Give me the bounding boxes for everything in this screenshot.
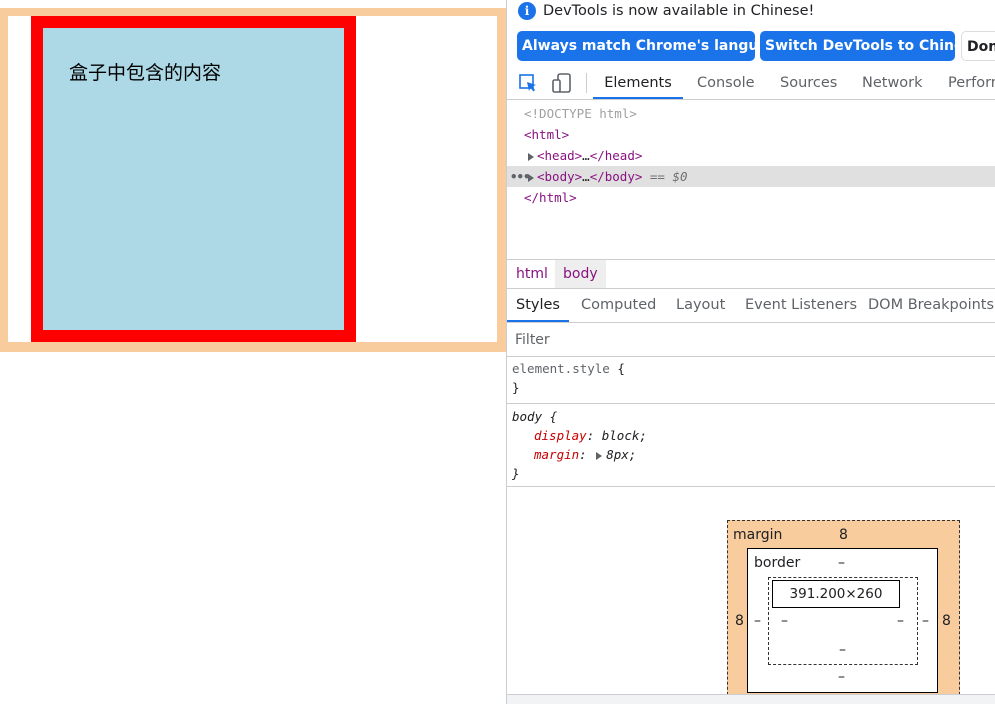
open-brace: { (549, 409, 558, 424)
box-model-content-size[interactable]: 391.200×260 (772, 580, 900, 608)
body-rule-selector: body (512, 409, 543, 424)
styles-filter-input[interactable] (511, 328, 981, 352)
active-tab-indicator (593, 97, 683, 99)
dom-body-node[interactable]: ••• <body>…</body> == $0 (507, 166, 995, 187)
device-toolbar-icon[interactable] (551, 72, 573, 94)
tab-sources[interactable]: Sources (780, 67, 837, 99)
expand-shorthand-icon[interactable] (596, 451, 603, 460)
tab-computed[interactable]: Computed (581, 289, 656, 322)
toolbar-separator (586, 73, 587, 93)
margin-top-value[interactable]: 8 (839, 527, 848, 543)
body-rule-close: } (507, 464, 995, 483)
padding-left-value[interactable]: – (781, 613, 788, 629)
devtools-toolbar: Elements Console Sources Network Perform… (507, 67, 995, 100)
inspect-element-icon[interactable] (518, 73, 538, 93)
open-brace: { (617, 361, 625, 376)
box-model-diagram: margin 8 8 8 border – – – – padding – – … (727, 520, 960, 704)
border-bottom-value[interactable]: – (838, 669, 845, 685)
tab-dom-breakpoints[interactable]: DOM Breakpoints (868, 289, 994, 322)
element-style-selector: element.style (512, 361, 610, 376)
tab-event-listeners[interactable]: Event Listeners (745, 289, 857, 322)
element-style-rule: element.style { } (507, 358, 995, 404)
dom-html-close[interactable]: </html> (507, 187, 995, 208)
border-left-value[interactable]: – (754, 613, 761, 629)
active-subtab-indicator (507, 320, 569, 322)
styles-filter-bar (507, 323, 995, 357)
dom-tree: <!DOCTYPE html> <html> <head>…</head> ••… (507, 100, 995, 259)
selected-node-marker: == $0 (649, 169, 688, 184)
body-rule-header[interactable]: body { (507, 407, 995, 426)
info-icon: i (518, 2, 536, 20)
breadcrumb: html body (507, 259, 995, 289)
doctype-text: <!DOCTYPE html> (524, 106, 637, 121)
margin-left-value[interactable]: 8 (735, 613, 744, 629)
demo-box-text: 盒子中包含的内容 (69, 62, 222, 84)
padding-bottom-value[interactable]: – (839, 642, 846, 658)
declaration-display[interactable]: display: block; (507, 426, 995, 445)
margin-label: margin (733, 527, 783, 543)
property-value: 8px; (606, 447, 637, 462)
more-actions-icon[interactable]: ••• (510, 166, 531, 187)
infobar-message: DevTools is now available in Chinese! (543, 3, 815, 19)
page-preview: 盒子中包含的内容 (0, 0, 506, 704)
element-style-close: } (507, 378, 995, 397)
margin-right-value[interactable]: 8 (942, 613, 951, 629)
close-brace: } (512, 380, 520, 395)
switch-to-chinese-button[interactable]: Switch DevTools to Chinese (760, 31, 981, 61)
breadcrumb-html[interactable]: html (508, 260, 556, 288)
language-infobar: i DevTools is now available in Chinese! … (507, 0, 995, 67)
tab-console[interactable]: Console (697, 67, 755, 99)
head-ellipsis: … (582, 148, 590, 163)
breadcrumb-body[interactable]: body (555, 260, 606, 288)
styles-subtabs: Styles Computed Layout Event Listeners D… (507, 289, 995, 323)
html-close-tag: </html> (524, 190, 577, 205)
property-name: margin (534, 447, 580, 462)
demo-box: 盒子中包含的内容 (31, 16, 356, 342)
html-open-tag: <html> (524, 127, 570, 142)
body-open-tag: <body> (537, 169, 583, 184)
dom-html-open[interactable]: <html> (507, 124, 995, 145)
body-style-rule: body { display: block; margin: 8px; } (507, 406, 995, 487)
element-style-header[interactable]: element.style { (507, 359, 995, 378)
declaration-margin[interactable]: margin: 8px; (507, 445, 995, 464)
padding-right-value[interactable]: – (897, 613, 904, 629)
dont-show-again-button[interactable]: Don't show again (961, 31, 995, 61)
tab-network[interactable]: Network (862, 67, 923, 99)
property-name: display (534, 428, 587, 443)
body-close-tag: </body> (589, 169, 643, 184)
property-value: block; (601, 428, 647, 443)
head-open-tag: <head> (537, 148, 583, 163)
tab-styles[interactable]: Styles (507, 289, 569, 322)
dom-doctype[interactable]: <!DOCTYPE html> (507, 103, 995, 124)
devtools-bottom-strip (507, 694, 995, 704)
dom-head-node[interactable]: <head>…</head> (507, 145, 995, 166)
match-language-button[interactable]: Always match Chrome's language (517, 31, 787, 61)
tab-layout[interactable]: Layout (676, 289, 725, 322)
body-ellipsis: … (582, 169, 590, 184)
tab-performance[interactable]: Performance (948, 67, 995, 99)
head-close-tag: </head> (589, 148, 643, 163)
close-brace: } (512, 466, 520, 481)
border-right-value[interactable]: – (922, 613, 929, 629)
box-model-border[interactable]: border – – – – padding – – – – (747, 548, 938, 693)
border-top-value[interactable]: – (838, 555, 845, 571)
tab-elements[interactable]: Elements (593, 67, 683, 99)
devtools-panel: i DevTools is now available in Chinese! … (506, 0, 995, 704)
expand-triangle-icon[interactable] (528, 152, 534, 161)
border-label: border (754, 555, 801, 571)
